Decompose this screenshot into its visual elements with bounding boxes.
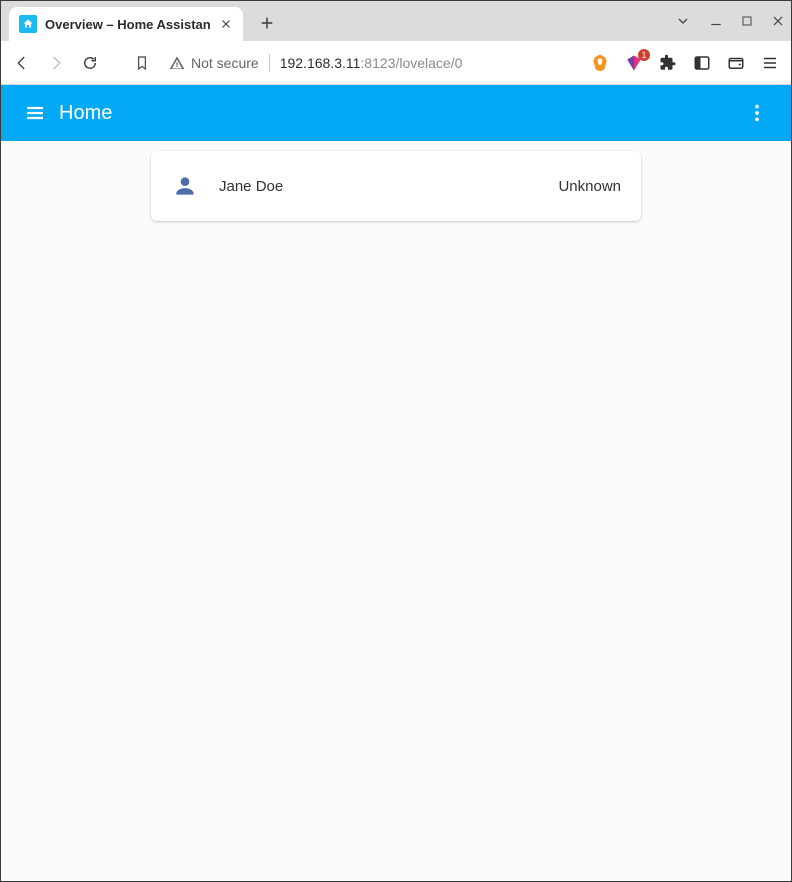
close-window-button[interactable] [771, 14, 785, 28]
brave-logo-icon[interactable] [589, 52, 611, 74]
entities-card: Jane Doe Unknown [151, 151, 641, 221]
address-divider [269, 54, 270, 72]
more-options-button[interactable] [737, 93, 777, 133]
not-secure-indicator[interactable]: Not secure [169, 55, 259, 71]
hamburger-menu-button[interactable] [15, 93, 55, 133]
reload-button[interactable] [79, 52, 101, 74]
entity-name: Jane Doe [219, 178, 283, 195]
extensions-button[interactable] [657, 52, 679, 74]
warning-icon [169, 55, 185, 71]
back-button[interactable] [11, 52, 33, 74]
browser-tab[interactable]: Overview – Home Assistan [9, 7, 243, 41]
close-tab-icon[interactable] [219, 17, 233, 31]
new-tab-button[interactable] [253, 9, 281, 37]
app-title: Home [59, 102, 112, 125]
shields-count-badge: 1 [638, 49, 650, 61]
window-controls [675, 1, 785, 41]
sidepanel-button[interactable] [691, 52, 713, 74]
app-header: Home [1, 85, 791, 141]
entity-state: Unknown [558, 178, 621, 195]
home-assistant-app: Home Jane Doe Unknown [1, 85, 791, 881]
app-body: Jane Doe Unknown [1, 141, 791, 881]
chevron-down-icon[interactable] [675, 13, 691, 29]
address-bar[interactable]: Not secure 192.168.3.11:8123/lovelace/0 [165, 48, 577, 78]
tab-strip: Overview – Home Assistan [1, 1, 791, 41]
maximize-button[interactable] [741, 15, 753, 27]
url-text: 192.168.3.11:8123/lovelace/0 [280, 55, 463, 71]
home-assistant-favicon [19, 15, 37, 33]
entity-row[interactable]: Jane Doe Unknown [151, 151, 641, 221]
browser-window: Overview – Home Assistan [0, 0, 792, 882]
minimize-button[interactable] [709, 14, 723, 28]
browser-menu-button[interactable] [759, 52, 781, 74]
forward-button [45, 52, 67, 74]
person-icon [171, 172, 199, 200]
tab-title: Overview – Home Assistan [45, 17, 211, 32]
security-label: Not secure [191, 55, 259, 71]
browser-toolbar: Not secure 192.168.3.11:8123/lovelace/0 … [1, 41, 791, 85]
wallet-button[interactable] [725, 52, 747, 74]
brave-shields-button[interactable]: 1 [623, 52, 645, 74]
bookmark-button[interactable] [131, 52, 153, 74]
